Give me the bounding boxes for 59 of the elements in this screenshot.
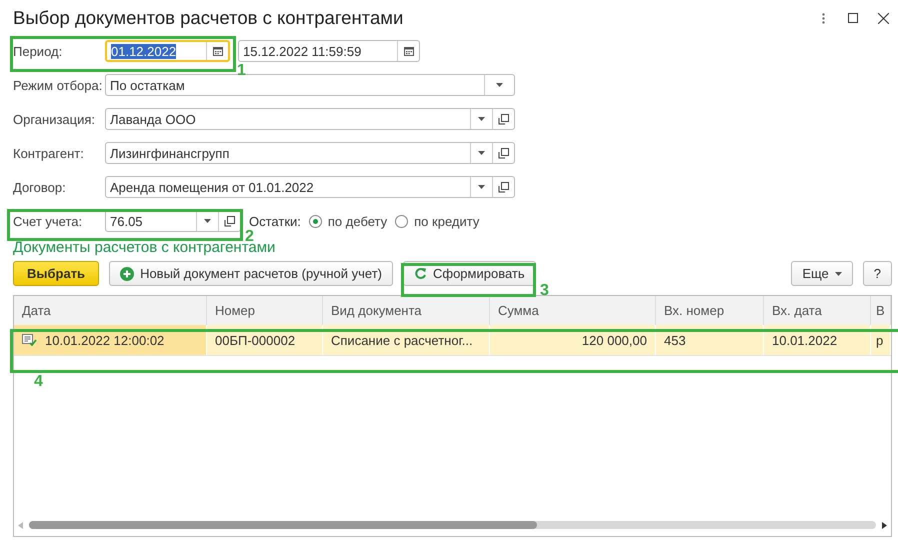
radio-option[interactable]: по кредиту (395, 214, 480, 228)
select-field[interactable]: Лаванда ООО (105, 108, 515, 130)
toolbar-button[interactable]: Новый документ расчетов (ручной учет) (109, 261, 393, 286)
caret-icon (204, 219, 211, 223)
caret-icon (478, 117, 485, 121)
column-header[interactable]: Вх. номер (656, 296, 764, 325)
field-label: Период: (13, 44, 64, 58)
table-cell: 00БП-000002 (207, 325, 323, 355)
field-label: Договор: (13, 180, 67, 194)
close-icon (878, 12, 888, 24)
toolbar-button[interactable]: Выбрать (13, 261, 100, 286)
plus-icon (120, 266, 134, 280)
open-window-icon (224, 216, 235, 226)
window-title: Выбор документов расчетов с контрагентами (13, 7, 404, 29)
table-cell: р (871, 325, 891, 355)
caret-icon (478, 151, 485, 155)
table-cell: 10.01.2022 12:00:02 (14, 325, 207, 355)
table-cell: Списание с расчетног... (323, 325, 490, 355)
callout-number: 2 (245, 228, 254, 245)
more-button[interactable]: Еще (791, 261, 853, 286)
date-field[interactable]: 15.12.2022 11:59:59 (238, 40, 420, 62)
calendar-icon (212, 46, 222, 56)
radio-option[interactable]: по дебету (308, 214, 388, 228)
select-field[interactable]: По остаткам (105, 74, 515, 96)
kebab-icon (822, 12, 824, 24)
calendar-icon (404, 46, 414, 56)
field-label: Контрагент: (13, 146, 85, 160)
open-window-icon (498, 182, 509, 192)
column-header[interactable]: Вх. дата (764, 296, 871, 325)
help-button[interactable]: ? (862, 261, 892, 286)
callout-number: 4 (34, 373, 43, 391)
caret-icon (834, 272, 842, 276)
field-label: Режим отбора: (13, 78, 104, 92)
column-header[interactable]: Дата (14, 296, 207, 325)
field-label: Организация: (13, 112, 96, 126)
select-field[interactable]: 76.05 (105, 210, 241, 232)
column-header[interactable]: Вид документа (323, 296, 490, 325)
table-cell: 453 (656, 325, 764, 355)
column-header[interactable]: Номер (207, 296, 323, 325)
column-header[interactable]: В (871, 296, 891, 325)
field-label: Остатки: (249, 214, 301, 228)
table-cell: 120 000,00 (490, 325, 656, 355)
caret-icon (478, 185, 485, 189)
caret-icon (496, 83, 503, 87)
column-header[interactable]: Сумма (490, 296, 656, 325)
horizontal-scrollbar[interactable] (29, 521, 876, 529)
open-window-icon (498, 114, 509, 124)
select-field[interactable]: Лизингфинансгрупп (105, 142, 515, 164)
table-row[interactable]: 10.01.2022 12:00:02 00БП-000002 Списание с расчетног... 120 000,00 453 10.01.2022 р (14, 325, 891, 356)
maximize-icon (848, 13, 858, 23)
refresh-icon (414, 267, 427, 280)
scroll-thumb[interactable] (29, 521, 538, 529)
open-window-icon (498, 148, 509, 158)
date-field[interactable]: 01.12.2022 (105, 40, 230, 62)
table-cell: 10.01.2022 (764, 325, 871, 355)
select-field[interactable]: Аренда помещения от 01.01.2022 (105, 176, 515, 198)
scroll-right-icon[interactable] (882, 522, 887, 528)
field-label: Счет учета: (13, 214, 84, 228)
document-posted-icon (22, 334, 37, 346)
